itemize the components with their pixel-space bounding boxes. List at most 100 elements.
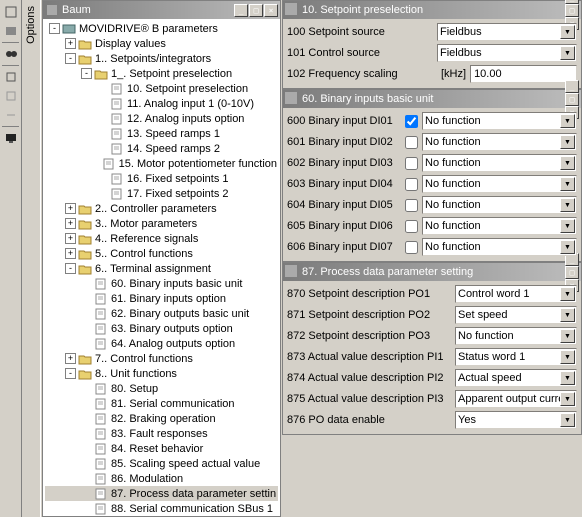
collapse-icon[interactable]: -: [65, 263, 76, 274]
toolbar-icon-5[interactable]: [2, 106, 20, 124]
chevron-down-icon: ▼: [560, 240, 575, 254]
dropdown[interactable]: No function▼: [422, 175, 577, 193]
panel-10-title: 10. Setpoint preselection: [302, 4, 565, 16]
expand-icon[interactable]: +: [65, 353, 76, 364]
checkbox[interactable]: [405, 220, 418, 233]
expand-icon[interactable]: +: [65, 38, 76, 49]
tree-node[interactable]: 85. Scaling speed actual value: [45, 456, 278, 471]
toolbar-icon-3[interactable]: [2, 68, 20, 86]
tree-body[interactable]: -MOVIDRIVE® B parameters+Display values-…: [43, 19, 280, 516]
tree-node[interactable]: -1.. Setpoints/integrators: [45, 51, 278, 66]
dropdown[interactable]: No function▼: [422, 154, 577, 172]
tree-node[interactable]: 82. Braking operation: [45, 411, 278, 426]
tree-node[interactable]: 86. Modulation: [45, 471, 278, 486]
tree-node[interactable]: -MOVIDRIVE® B parameters: [45, 21, 278, 36]
tree-node[interactable]: 62. Binary outputs basic unit: [45, 306, 278, 321]
dropdown[interactable]: No function▼: [455, 327, 577, 345]
tree-node[interactable]: 88. Serial communication SBus 1: [45, 501, 278, 516]
dropdown[interactable]: Control word 1▼: [455, 285, 577, 303]
tree-node-label: 12. Analog inputs option: [126, 113, 245, 125]
dropdown[interactable]: Actual speed▼: [455, 369, 577, 387]
tree-spacer: [97, 128, 108, 139]
tree-close-button[interactable]: ×: [264, 4, 278, 17]
options-tab[interactable]: Options: [23, 0, 41, 517]
checkbox[interactable]: [405, 199, 418, 212]
tree-node[interactable]: 64. Analog outputs option: [45, 336, 278, 351]
tree-node[interactable]: -8.. Unit functions: [45, 366, 278, 381]
tree-node[interactable]: 84. Reset behavior: [45, 441, 278, 456]
dropdown[interactable]: No function▼: [422, 196, 577, 214]
dropdown[interactable]: Set speed▼: [455, 306, 577, 324]
tree-node[interactable]: 15. Motor potentiometer function: [45, 156, 278, 171]
tree-node-label: 1_. Setpoint preselection: [110, 68, 233, 80]
tree-node[interactable]: +5.. Control functions: [45, 246, 278, 261]
dropdown-value: No function: [425, 199, 481, 211]
toolbar-icon-1[interactable]: [2, 3, 20, 21]
dropdown[interactable]: Apparent output current▼: [455, 390, 577, 408]
dropdown[interactable]: No function▼: [422, 133, 577, 151]
tree-node[interactable]: 87. Process data parameter settin: [45, 486, 278, 501]
tree-min-button[interactable]: _: [234, 4, 248, 17]
panel-10-icon: [285, 3, 299, 17]
tree-node[interactable]: 12. Analog inputs option: [45, 111, 278, 126]
dropdown[interactable]: Status word 1▼: [455, 348, 577, 366]
tree-node[interactable]: +7.. Control functions: [45, 351, 278, 366]
collapse-icon[interactable]: -: [81, 68, 92, 79]
checkbox[interactable]: [405, 136, 418, 149]
tree-node[interactable]: 10. Setpoint preselection: [45, 81, 278, 96]
page-icon: [94, 308, 108, 320]
tree-node[interactable]: 81. Serial communication: [45, 396, 278, 411]
tree-spacer: [81, 443, 92, 454]
tree-node[interactable]: 63. Binary outputs option: [45, 321, 278, 336]
form-row: 874 Actual value description PI2Actual s…: [287, 368, 577, 388]
tree-node[interactable]: +Display values: [45, 36, 278, 51]
dropdown[interactable]: Fieldbus▼: [437, 23, 577, 41]
tree-node[interactable]: 17. Fixed setpoints 2: [45, 186, 278, 201]
tree-node[interactable]: +4.. Reference signals: [45, 231, 278, 246]
tree-node[interactable]: 14. Speed ramps 2: [45, 141, 278, 156]
tree-node[interactable]: 61. Binary inputs option: [45, 291, 278, 306]
tree-node[interactable]: 83. Fault responses: [45, 426, 278, 441]
toolbar-icon-binoculars[interactable]: [2, 45, 20, 63]
collapse-icon[interactable]: -: [49, 23, 60, 34]
toolbar-icon-2[interactable]: [2, 22, 20, 40]
collapse-icon[interactable]: -: [65, 368, 76, 379]
dropdown[interactable]: No function▼: [422, 238, 577, 256]
checkbox[interactable]: [405, 157, 418, 170]
collapse-icon[interactable]: -: [65, 53, 76, 64]
checkbox[interactable]: [405, 178, 418, 191]
tree-node[interactable]: 16. Fixed setpoints 1: [45, 171, 278, 186]
expand-icon[interactable]: +: [65, 233, 76, 244]
panel-87-max-button[interactable]: □: [565, 266, 579, 279]
expand-icon[interactable]: +: [65, 218, 76, 229]
tree-node[interactable]: - 1_. Setpoint preselection: [45, 66, 278, 81]
tree-spacer: [81, 278, 92, 289]
expand-icon[interactable]: +: [65, 248, 76, 259]
tree-node-label: 81. Serial communication: [110, 398, 236, 410]
tree-title-icon: [45, 3, 59, 17]
dropdown[interactable]: Yes▼: [455, 411, 577, 429]
tree-node[interactable]: -6.. Terminal assignment: [45, 261, 278, 276]
panel-10-max-button[interactable]: □: [565, 4, 579, 17]
text-input[interactable]: 10.00: [470, 65, 577, 83]
dropdown[interactable]: No function▼: [422, 217, 577, 235]
folder-icon: [78, 353, 92, 365]
toolbar-icon-4[interactable]: [2, 87, 20, 105]
dropdown[interactable]: No function▼: [422, 112, 577, 130]
dropdown[interactable]: Fieldbus▼: [437, 44, 577, 62]
checkbox[interactable]: [405, 241, 418, 254]
panel-60-min-button[interactable]: _: [565, 80, 579, 93]
panel-60-titlebar: 60. Binary inputs basic unit _ □ ×: [283, 90, 581, 108]
tree-node[interactable]: 11. Analog input 1 (0-10V): [45, 96, 278, 111]
tree-node[interactable]: 80. Setup: [45, 381, 278, 396]
checkbox[interactable]: [405, 115, 418, 128]
panel-60-max-button[interactable]: □: [565, 93, 579, 106]
tree-node[interactable]: 60. Binary inputs basic unit: [45, 276, 278, 291]
tree-node[interactable]: +3.. Motor parameters: [45, 216, 278, 231]
form-row: 100 Setpoint sourceFieldbus▼: [287, 22, 577, 42]
toolbar-icon-monitor[interactable]: [2, 129, 20, 147]
tree-node[interactable]: +2.. Controller parameters: [45, 201, 278, 216]
expand-icon[interactable]: +: [65, 203, 76, 214]
tree-node[interactable]: 13. Speed ramps 1: [45, 126, 278, 141]
tree-max-button[interactable]: □: [249, 4, 263, 17]
